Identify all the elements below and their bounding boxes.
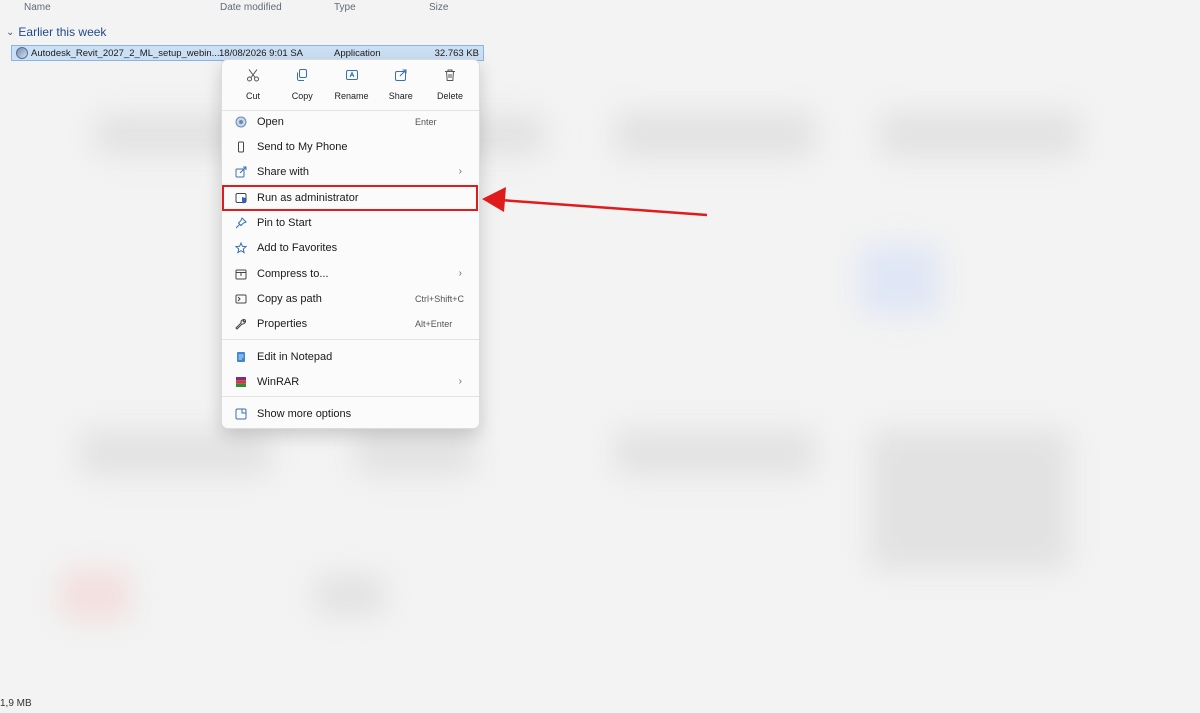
status-bar-size: 1,9 MB (0, 698, 32, 709)
annotation-arrow (482, 187, 708, 217)
